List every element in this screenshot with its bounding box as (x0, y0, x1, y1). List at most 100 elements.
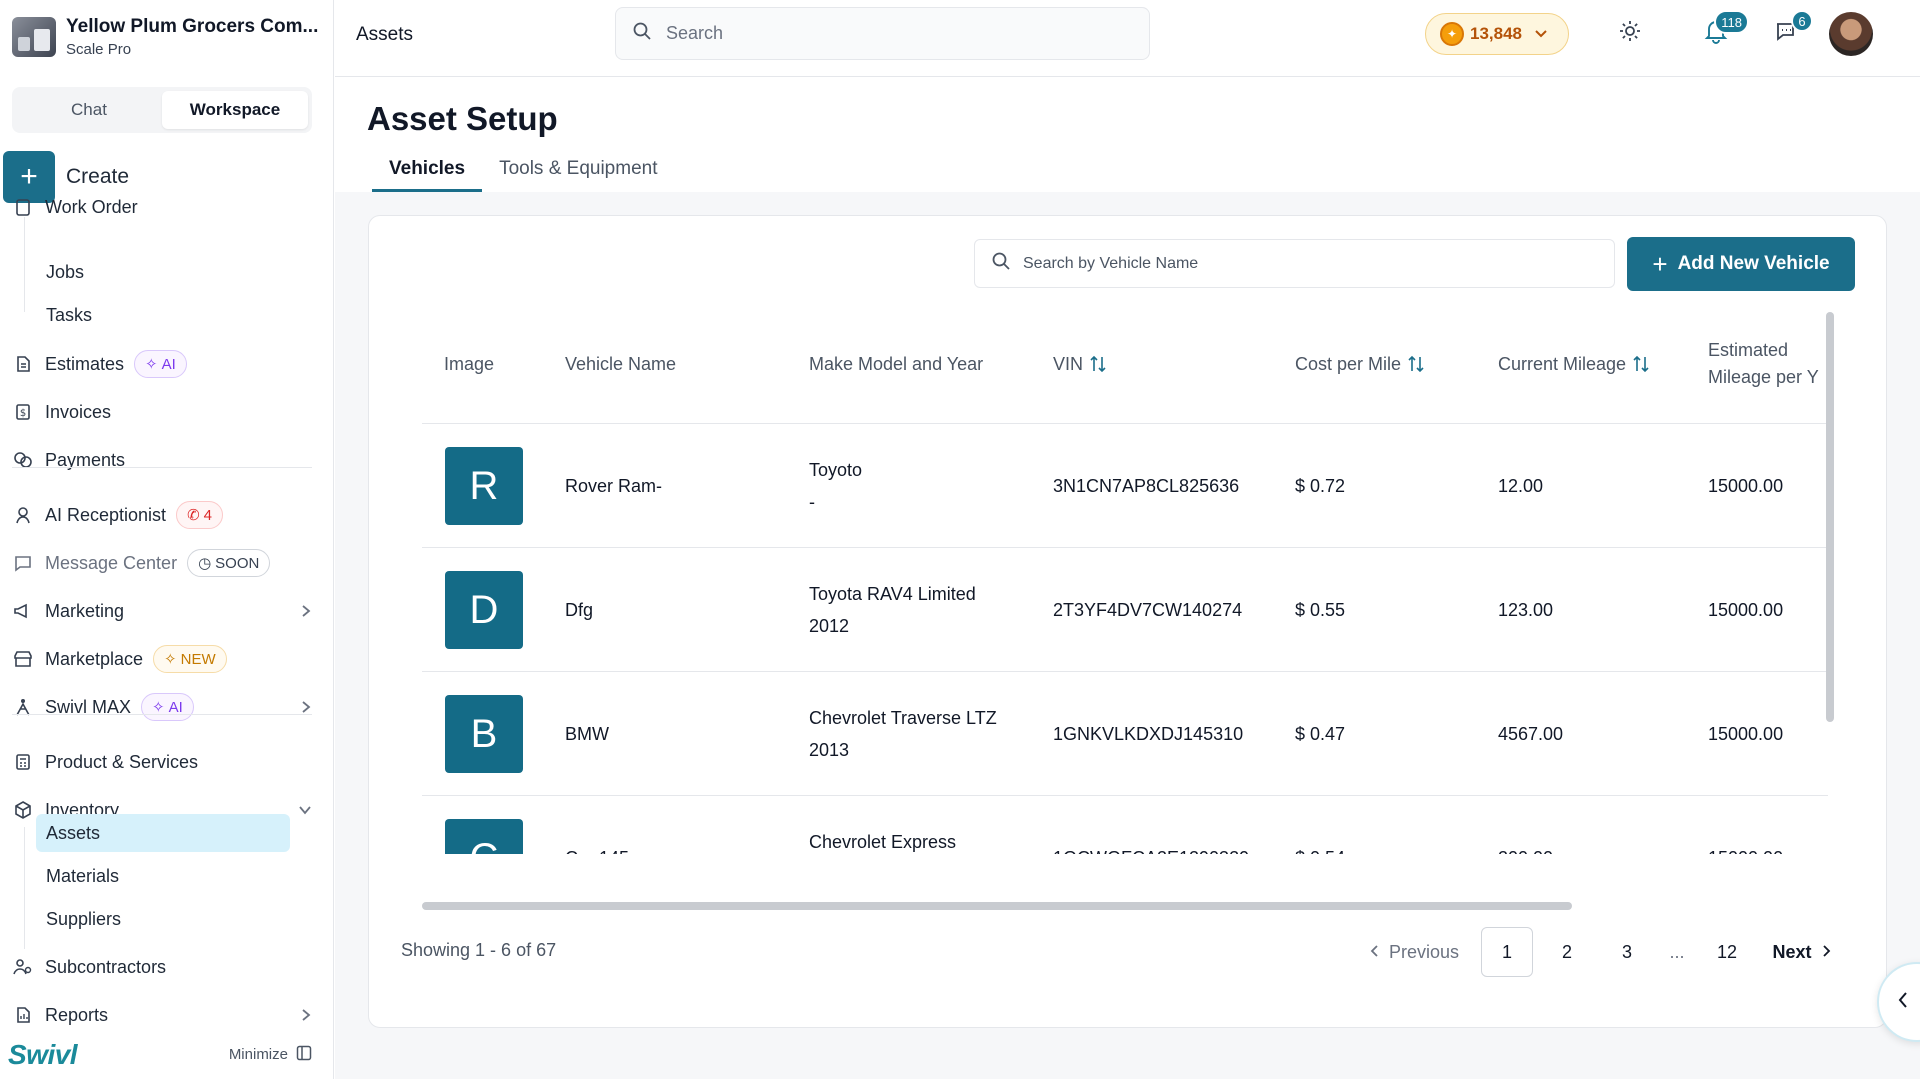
previous-label: Previous (1388, 941, 1460, 962)
sidebar-item-label: Marketing (45, 600, 125, 621)
vehicle-name: Car 145 (565, 796, 629, 854)
sidebar-item-label: Invoices (45, 401, 112, 422)
sidebar-item-subcontractors[interactable]: Subcontractors (12, 947, 312, 987)
table-row[interactable]: D Dfg Toyota RAV4 Limited 2012 2T3YF4DV7… (422, 548, 1828, 672)
sort-icon (1407, 353, 1425, 375)
chevron-right-icon (300, 604, 312, 618)
vehicle-cost: $ 0.72 (1295, 476, 1346, 496)
vehicle-est-mileage: 15000.00 (1708, 724, 1784, 744)
sidebar-item-label: Subcontractors (45, 956, 167, 977)
col-cost-per-mile[interactable]: Cost per Mile (1295, 304, 1425, 424)
sidebar-item-marketplace[interactable]: Marketplace ✧ NEW (12, 639, 312, 679)
sidebar-item-invoices[interactable]: $ Invoices (12, 392, 312, 432)
sidebar-item-label: Message Center (45, 552, 178, 573)
minimize-label: Minimize (228, 1046, 288, 1063)
divider (12, 714, 312, 715)
sidebar-item-products-services[interactable]: Product & Services (12, 742, 312, 782)
vehicle-make-model: Chevrolet Traverse LTZ 2013 (809, 672, 997, 796)
divider (12, 467, 312, 468)
vehicle-avatar: C (445, 819, 523, 854)
next-page-button[interactable]: Next (1757, 927, 1847, 977)
sidebar-item-payments[interactable]: Payments (12, 440, 312, 480)
chevron-right-icon (1822, 942, 1832, 963)
sidebar-item-marketing[interactable]: Marketing (12, 591, 312, 631)
sidebar-item-tasks[interactable]: Tasks (36, 296, 290, 334)
make-model-text: Toyoto (809, 460, 863, 480)
topbar: Assets ✦ 13,848 118 6 (335, 0, 1920, 77)
sidebar-item-swivl-max[interactable]: Swivl MAX ✧ AI (12, 687, 312, 727)
page-1-button[interactable]: 1 (1481, 927, 1533, 977)
sidebar-item-estimates[interactable]: Estimates ✧ AI (12, 344, 312, 384)
horizontal-scrollbar[interactable] (422, 902, 1572, 910)
asset-tabs: Vehicles Tools & Equipment (372, 150, 674, 192)
make-model-text: Chevrolet Express (809, 832, 957, 852)
make-model-text: Toyota RAV4 Limited (809, 584, 976, 604)
vehicle-vin: 2T3YF4DV7CW140274 (1053, 600, 1243, 620)
tree-line (24, 217, 25, 312)
tab-tools-equipment[interactable]: Tools & Equipment (482, 150, 674, 192)
theme-toggle-button[interactable] (1615, 18, 1645, 48)
sidebar-item-work-order[interactable]: Work Order (12, 187, 312, 227)
vehicle-est-mileage: 15000.00 (1708, 476, 1784, 496)
global-search[interactable] (615, 7, 1150, 60)
vehicle-name: BMW (565, 724, 609, 744)
table-header: Image Vehicle Name Make Model and Year V… (422, 304, 1828, 424)
store-icon (12, 648, 34, 670)
swivl-logo: Swivl (8, 1038, 78, 1070)
sort-icon (1632, 353, 1650, 375)
col-mileage-label: Current Mileage (1498, 353, 1627, 374)
next-label: Next (1772, 941, 1812, 962)
tab-vehicles[interactable]: Vehicles (372, 150, 483, 192)
vehicle-cost: $ 0.55 (1295, 600, 1346, 620)
add-new-vehicle-button[interactable]: + Add New Vehicle (1627, 237, 1855, 291)
sidebar-item-suppliers[interactable]: Suppliers (36, 900, 290, 938)
minimize-button[interactable]: Minimize (229, 1045, 312, 1065)
vehicle-mileage: 4567.00 (1498, 724, 1564, 744)
mode-chat[interactable]: Chat (16, 91, 162, 129)
vehicle-make-model: Chevrolet Express 2014 (809, 796, 956, 854)
company-switcher[interactable]: Yellow Plum Grocers Com... Scale Pro (12, 12, 324, 62)
vehicle-vin: 3N1CN7AP8CL825636 (1053, 476, 1240, 496)
page-title: Asset Setup (367, 100, 558, 137)
previous-page-button[interactable]: Previous (1351, 927, 1477, 977)
vehicle-mileage: 123.00 (1498, 600, 1554, 620)
table-row[interactable]: C Car 145 Chevrolet Express 2014 1GCWGFC… (422, 796, 1828, 854)
vehicle-avatar: R (445, 447, 523, 525)
vehicle-search-input[interactable] (1023, 254, 1603, 273)
search-icon (632, 21, 652, 46)
sidebar-item-jobs[interactable]: Jobs (36, 253, 290, 291)
vehicle-search[interactable] (974, 239, 1615, 288)
sidebar-item-assets[interactable]: Assets (36, 814, 290, 852)
sidebar-item-ai-receptionist[interactable]: AI Receptionist ✆ 4 (12, 495, 312, 535)
table-row[interactable]: B BMW Chevrolet Traverse LTZ 2013 1GNKVL… (422, 672, 1828, 796)
sidebar-item-reports[interactable]: Reports (12, 995, 312, 1035)
notifications-count: 118 (1714, 10, 1749, 34)
vehicles-card: + Add New Vehicle Image Vehicle Name Mak… (368, 215, 1887, 1028)
messages-button[interactable]: 6 (1771, 10, 1813, 48)
coin-icon: ✦ (1440, 22, 1464, 46)
credits-dropdown[interactable]: ✦ 13,848 (1425, 13, 1569, 55)
page-2-button[interactable]: 2 (1541, 927, 1593, 977)
mode-workspace[interactable]: Workspace (162, 91, 308, 129)
vehicle-name: Rover Ram- (565, 476, 663, 496)
credits-value: 13,848 (1470, 24, 1522, 43)
col-vin[interactable]: VIN (1053, 304, 1107, 424)
vehicle-make-model: Toyota RAV4 Limited 2012 (809, 548, 976, 672)
box-icon (12, 799, 34, 821)
invoice-icon: $ (12, 401, 34, 423)
avatar[interactable] (1829, 12, 1873, 56)
sidebar-footer: Swivl Minimize (0, 1030, 333, 1079)
vertical-scrollbar[interactable] (1826, 312, 1834, 722)
table-row[interactable]: R Rover Ram- Toyoto - 3N1CN7AP8CL825636 … (422, 424, 1828, 548)
col-make-model-year: Make Model and Year (809, 353, 984, 374)
chevron-left-icon (1369, 942, 1379, 963)
global-search-input[interactable] (666, 23, 1106, 44)
notifications-button[interactable]: 118 (1701, 10, 1749, 48)
company-name: Yellow Plum Grocers Com... (66, 16, 319, 37)
col-current-mileage[interactable]: Current Mileage (1498, 304, 1650, 424)
page-12-button[interactable]: 12 (1701, 927, 1753, 977)
page-3-button[interactable]: 3 (1601, 927, 1653, 977)
sidebar-item-message-center[interactable]: Message Center ◷ SOON (12, 543, 312, 583)
users-icon (12, 956, 34, 978)
sidebar-item-materials[interactable]: Materials (36, 857, 290, 895)
